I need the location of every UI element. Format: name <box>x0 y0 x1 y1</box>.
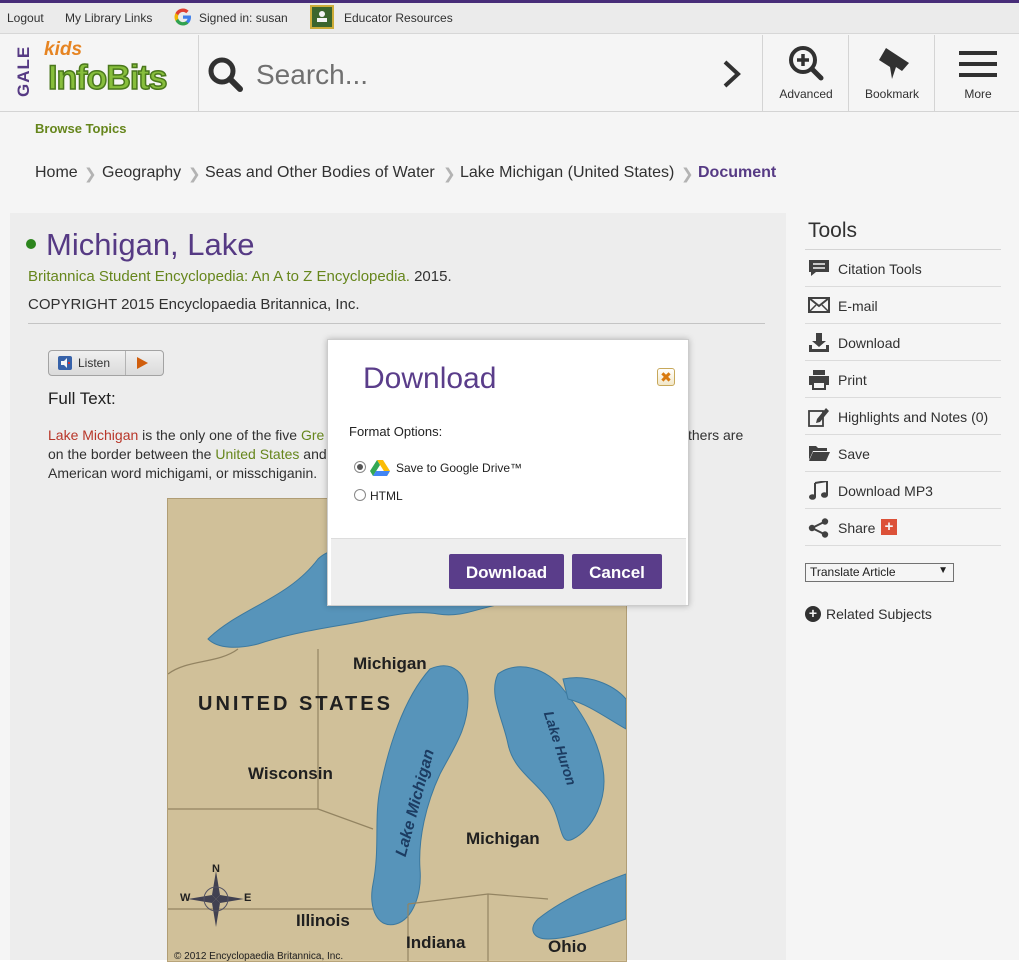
google-drive-radio[interactable] <box>354 461 366 473</box>
html-radio[interactable] <box>354 489 366 501</box>
format-options-label: Format Options: <box>349 424 443 439</box>
cancel-button[interactable]: Cancel <box>572 554 662 589</box>
close-icon[interactable]: ✖ <box>657 368 675 386</box>
google-drive-icon <box>370 460 390 476</box>
dialog-title: Download <box>363 362 497 395</box>
download-button[interactable]: Download <box>449 554 564 589</box>
dialog-footer: Download Cancel <box>331 538 686 605</box>
download-dialog: Download ✖ Format Options: Save to Googl… <box>327 339 689 606</box>
